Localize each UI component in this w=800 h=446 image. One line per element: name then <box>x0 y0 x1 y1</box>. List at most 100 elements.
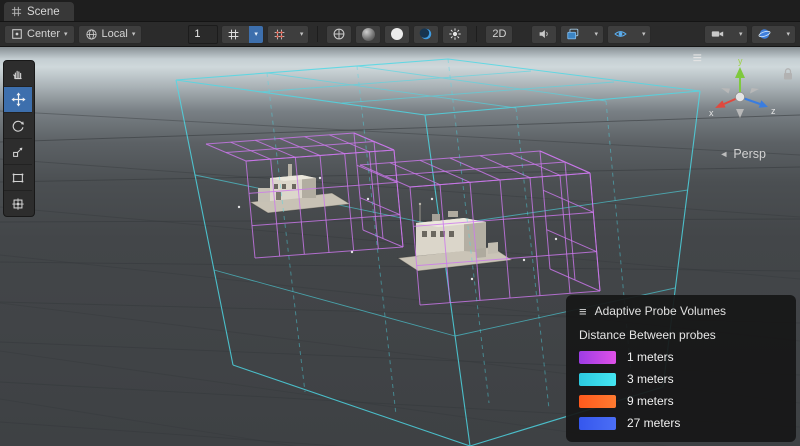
chevron-down-icon: ▾ <box>642 31 646 38</box>
building-model-right <box>398 203 512 271</box>
chevron-down-icon: ▾ <box>739 31 743 38</box>
camera-icon <box>710 27 725 41</box>
globe-icon <box>85 28 98 41</box>
swatch-9m <box>579 395 616 408</box>
chevron-down-icon: ▾ <box>594 31 598 38</box>
gizmos-icon-seg[interactable] <box>752 26 777 43</box>
scene-toolbar: Center ▾ Local ▾ ▾ <box>0 22 800 47</box>
audio-toggle-button[interactable] <box>531 25 557 44</box>
gizmos-dropdown-button[interactable]: ▾ <box>751 25 796 44</box>
shaded-sphere-icon <box>362 28 375 41</box>
left-arrow-icon: ◄ <box>719 149 728 159</box>
rotate-icon <box>11 119 25 133</box>
tool-scale[interactable] <box>4 139 32 165</box>
projection-label: Persp <box>733 147 766 161</box>
legend-row: 27 meters <box>579 416 783 430</box>
increment-snap-caret-seg[interactable]: ▾ <box>295 26 309 43</box>
effects-dropdown-button[interactable]: ▾ <box>560 25 604 44</box>
chevron-down-icon: ▾ <box>64 31 68 38</box>
unity-scene-window: Scene Center ▾ Local ▾ <box>0 0 800 446</box>
effects-flare-button[interactable] <box>442 25 468 44</box>
chevron-down-icon: ▾ <box>254 31 258 38</box>
render-mode-button[interactable] <box>326 25 352 44</box>
gizmo-y-label[interactable]: y <box>738 56 743 66</box>
camera-caret-seg[interactable]: ▾ <box>734 26 748 43</box>
pivot-icon <box>11 28 23 40</box>
magenta-probe-grids <box>206 133 600 305</box>
visibility-icon-seg[interactable] <box>608 26 633 43</box>
orientation-label: Local <box>102 28 128 40</box>
increment-snap-icon-seg[interactable] <box>268 26 291 43</box>
tool-rect[interactable] <box>4 165 32 191</box>
tool-rotate[interactable] <box>4 113 32 139</box>
lighting-toggle-button[interactable] <box>384 25 410 44</box>
eye-icon <box>613 27 628 41</box>
orbit-sphere-icon <box>757 27 772 41</box>
chevron-down-icon: ▾ <box>786 31 790 38</box>
gizmo-z-label[interactable]: z <box>771 106 776 116</box>
legend-row: 9 meters <box>579 394 783 408</box>
scale-icon <box>11 145 25 159</box>
moon-icon <box>419 27 433 41</box>
legend-label-1m: 1 meters <box>627 350 674 364</box>
tool-move[interactable] <box>4 87 32 113</box>
probe-volumes-legend: ≡ Adaptive Probe Volumes Distance Betwee… <box>566 295 796 442</box>
legend-row: 1 meters <box>579 350 783 364</box>
camera-settings-button[interactable]: ▾ <box>704 25 749 44</box>
grid-dots-icon <box>273 28 286 41</box>
visibility-caret-seg[interactable]: ▾ <box>637 26 651 43</box>
grid-snap-icon-seg[interactable] <box>222 26 245 43</box>
legend-label-3m: 3 meters <box>627 372 674 386</box>
scene-visibility-button[interactable]: ▾ <box>607 25 652 44</box>
swatch-1m <box>579 351 616 364</box>
toolbar-separator <box>317 26 318 42</box>
hand-icon <box>11 67 25 81</box>
transform-icon <box>11 197 25 211</box>
light-circle-icon <box>391 28 403 40</box>
legend-label-9m: 9 meters <box>627 394 674 408</box>
tab-scene-label: Scene <box>27 6 60 18</box>
legend-header: ≡ Adaptive Probe Volumes <box>579 304 783 318</box>
orientation-dropdown[interactable]: Local ▾ <box>78 25 143 44</box>
pivot-mode-dropdown[interactable]: Center ▾ <box>4 25 75 44</box>
circle-crosshair-icon <box>332 27 346 41</box>
toolbar-right-group: ▾ ▾ <box>704 25 796 44</box>
camera-icon-seg[interactable] <box>705 26 730 43</box>
tab-scene[interactable]: Scene <box>4 2 74 21</box>
skybox-toggle-button[interactable] <box>413 25 439 44</box>
2d-label: 2D <box>492 28 506 40</box>
lock-icon[interactable] <box>782 67 794 81</box>
legend-row: 3 meters <box>579 372 783 386</box>
2d-toggle-button[interactable]: 2D <box>485 25 513 44</box>
legend-subtitle: Distance Between probes <box>579 328 783 342</box>
snap-increment-field[interactable] <box>188 25 218 44</box>
effects-caret-seg[interactable]: ▾ <box>589 26 603 43</box>
shading-mode-button[interactable] <box>355 25 381 44</box>
swatch-27m <box>579 417 616 430</box>
orientation-gizmo[interactable]: y x z <box>700 55 780 127</box>
move-icon <box>11 92 26 107</box>
legend-title: Adaptive Probe Volumes <box>595 304 726 318</box>
gizmos-caret-seg[interactable]: ▾ <box>781 26 795 43</box>
scene-viewport[interactable]: ≡ y x z ◄ Persp <box>0 47 800 446</box>
gizmo-x-label[interactable]: x <box>709 108 714 118</box>
rect-tool-icon <box>11 171 25 185</box>
increment-snap-button[interactable]: ▾ <box>267 25 310 44</box>
legend-menu-icon: ≡ <box>579 305 587 318</box>
speaker-icon <box>537 27 551 41</box>
sun-icon <box>448 27 462 41</box>
tab-bar: Scene <box>0 0 800 22</box>
tool-pan[interactable] <box>4 61 32 87</box>
layers-icon <box>566 27 580 41</box>
grid-snap-caret-seg[interactable]: ▾ <box>249 26 263 43</box>
chevron-down-icon: ▾ <box>132 31 136 38</box>
effects-icon-seg[interactable] <box>561 26 585 43</box>
legend-label-27m: 27 meters <box>627 416 680 430</box>
chevron-down-icon: ▾ <box>300 31 304 38</box>
scene-grid-icon <box>11 6 22 17</box>
toolbar-separator <box>476 26 477 42</box>
grid-snap-button[interactable]: ▾ <box>221 25 264 44</box>
projection-toggle[interactable]: ◄ Persp <box>719 147 766 161</box>
tool-transform[interactable] <box>4 191 32 216</box>
tools-panel <box>3 60 35 217</box>
